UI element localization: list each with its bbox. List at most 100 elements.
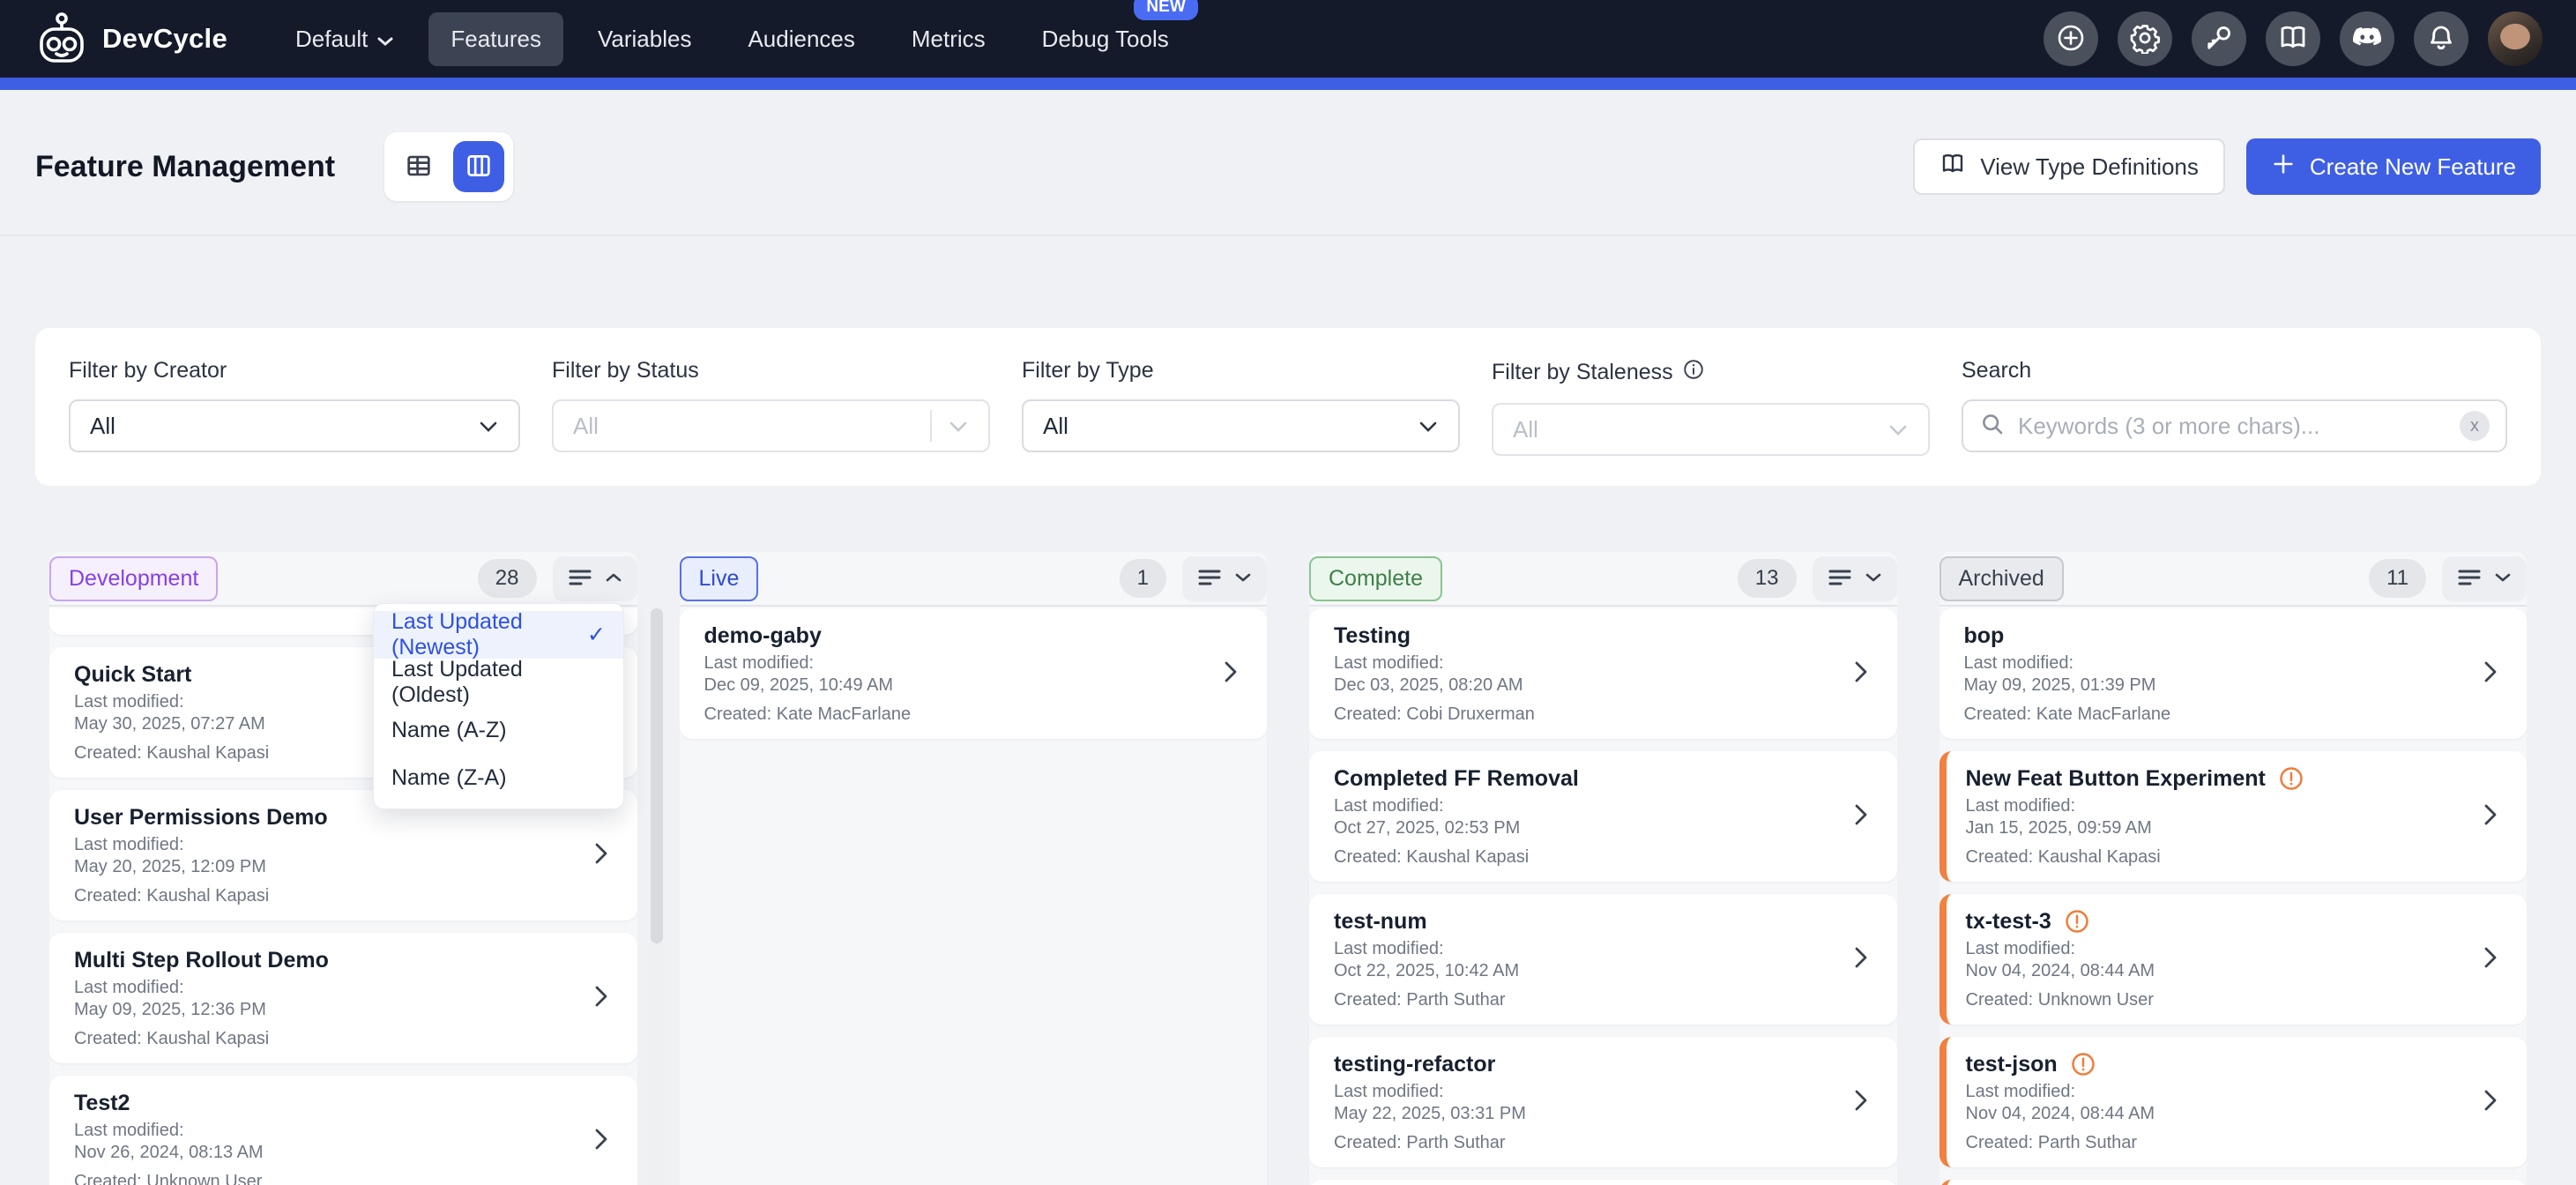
filter-search: Search x (1962, 358, 2507, 456)
last-modified-label: Last modified: (704, 652, 1206, 674)
column-sort-button[interactable] (1182, 556, 1267, 601)
last-modified-label: Last modified: (1334, 938, 1835, 960)
accent-bar (0, 78, 2576, 90)
nav-item-variables[interactable]: Variables (576, 12, 713, 66)
nav-item-audiences[interactable]: Audiences (726, 12, 876, 66)
feature-card[interactable]: rachel-test (1939, 1180, 2528, 1185)
select-divider (930, 410, 932, 442)
column-status-badge: Complete (1309, 556, 1442, 601)
column-header: Complete 13 (1309, 552, 1897, 607)
feature-card[interactable]: Multi Step Rollout Demo Last modified: M… (49, 933, 637, 1063)
last-modified-label: Last modified: (1964, 652, 2466, 674)
feature-card[interactable]: demo-gaby Last modified: Dec 09, 2025, 1… (680, 608, 1268, 739)
feature-name: New Feat Button Experiment (1966, 765, 2466, 792)
chevron-right-icon (590, 983, 613, 1014)
kanban-view-button[interactable] (453, 141, 504, 192)
discord-button[interactable] (2340, 11, 2394, 66)
nav-item-features[interactable]: Features (428, 12, 563, 66)
nav-item-debug-tools[interactable]: Debug Tools NEW (1020, 12, 1191, 66)
feature-card[interactable]: Testing Last modified: Dec 03, 2025, 08:… (1309, 608, 1897, 739)
last-modified-label: Last modified: (1334, 1081, 1835, 1103)
table-view-button[interactable] (393, 141, 444, 192)
feature-card-body: test-num Last modified: Oct 22, 2025, 10… (1334, 908, 1835, 1011)
view-type-definitions-button[interactable]: View Type Definitions (1913, 138, 2225, 195)
column-status-badge: Development (49, 556, 218, 601)
sort-option[interactable]: Last Updated (Oldest) (374, 659, 623, 706)
column-count-badge: 28 (478, 559, 537, 598)
nav-item-metrics[interactable]: Metrics (890, 12, 1008, 66)
column-sort-button[interactable] (2442, 556, 2527, 601)
column-sort-button[interactable] (1813, 556, 1897, 601)
feature-card[interactable]: tx-test-3 Last modified: Nov 04, 2024, 0… (1939, 894, 2528, 1025)
sort-lines-icon (1196, 567, 1223, 591)
devcycle-logo[interactable]: DevCycle (34, 11, 227, 67)
stale-warning-icon (2070, 1051, 2096, 1077)
feature-card[interactable]: bop Last modified: May 09, 2025, 01:39 P… (1939, 608, 2528, 739)
bell-icon (2425, 22, 2457, 56)
feature-card[interactable]: test-json Last modified: Nov 04, 2024, 0… (1939, 1037, 2528, 1167)
filter-staleness: Filter by Staleness All (1492, 358, 1930, 456)
last-modified-date: Oct 22, 2025, 10:42 AM (1334, 960, 1835, 982)
filter-type-select[interactable]: All (1022, 399, 1460, 452)
feature-card-body: New Feat Button Experiment Last modified… (1966, 765, 2466, 868)
feature-card[interactable]: demo-paul (1309, 1180, 1897, 1185)
filter-staleness-select[interactable]: All (1492, 403, 1930, 456)
chevron-right-icon (1850, 659, 1872, 689)
project-switcher[interactable]: Default (273, 11, 416, 67)
last-modified-label: Last modified: (1966, 795, 2466, 817)
sort-option[interactable]: Last Updated (Newest)✓ (374, 611, 623, 659)
sort-option[interactable]: Name (Z-A) (374, 754, 623, 801)
created-by: Created: Unknown User (1966, 989, 2466, 1011)
filter-creator-select[interactable]: All (69, 399, 520, 452)
feature-card[interactable]: Completed FF Removal Last modified: Oct … (1309, 751, 1897, 882)
user-avatar[interactable] (2488, 11, 2542, 66)
search-icon (1979, 411, 2006, 442)
search-clear-button[interactable]: x (2460, 411, 2490, 441)
column-cards: bop Last modified: May 09, 2025, 01:39 P… (1939, 608, 2528, 1185)
feature-card[interactable]: Test2 Last modified: Nov 26, 2024, 08:13… (49, 1076, 637, 1185)
column-scrollbar[interactable] (650, 608, 664, 1185)
feature-card[interactable]: testing-refactor Last modified: May 22, … (1309, 1037, 1897, 1167)
search-box: x (1962, 399, 2507, 452)
info-icon[interactable] (1682, 358, 1705, 387)
kanban-column-live: Live 1 demo-gaby Last modified: D (680, 552, 1268, 1185)
header-divider (0, 235, 2576, 236)
last-modified-date: Nov 04, 2024, 08:44 AM (1966, 1103, 2466, 1125)
api-keys-button[interactable] (2192, 11, 2246, 66)
sort-option[interactable]: Name (A-Z) (374, 706, 623, 754)
quick-add-button[interactable] (2044, 11, 2098, 66)
kanban-view-icon (464, 151, 494, 183)
sort-lines-icon (1827, 567, 1853, 591)
feature-card[interactable]: New Feat Button Experiment Last modified… (1939, 751, 2528, 882)
docs-button[interactable] (2266, 11, 2320, 66)
created-by: Created: Parth Suthar (1334, 989, 1835, 1011)
chevron-right-icon (1850, 1087, 1872, 1118)
chevron-down-icon (1887, 416, 1909, 443)
page-title: Feature Management (35, 150, 335, 184)
feature-card[interactable]: test-num Last modified: Oct 22, 2025, 10… (1309, 894, 1897, 1025)
filter-bar: Filter by Creator All Filter by Status A… (35, 328, 2541, 486)
last-modified-label: Last modified: (1966, 938, 2466, 960)
feature-card-body: Test2 Last modified: Nov 26, 2024, 08:13… (74, 1090, 576, 1185)
column-header: Live 1 (680, 552, 1268, 607)
create-new-feature-button[interactable]: Create New Feature (2246, 138, 2541, 195)
filter-status-select[interactable]: All (552, 399, 990, 452)
column-header: Development 28 (49, 552, 637, 607)
view-mode-toggle (384, 132, 513, 201)
last-modified-label: Last modified: (74, 834, 576, 856)
created-by: Created: Kaushal Kapasi (1966, 846, 2466, 868)
stale-warning-icon (2064, 908, 2090, 935)
feature-name: testing-refactor (1334, 1051, 1835, 1077)
feature-name: Testing (1334, 622, 1835, 649)
created-by: Created: Cobi Druxerman (1334, 704, 1835, 726)
settings-button[interactable] (2118, 11, 2172, 66)
search-input[interactable] (2018, 413, 2447, 440)
chevron-down-icon (948, 413, 969, 440)
last-modified-date: May 20, 2025, 12:09 PM (74, 856, 576, 878)
sort-dropdown-menu: Last Updated (Newest)✓Last Updated (Olde… (373, 603, 624, 809)
column-sort-button[interactable] (553, 556, 637, 601)
notifications-button[interactable] (2414, 11, 2468, 66)
feature-card[interactable]: User Permissions Demo Last modified: May… (49, 790, 637, 920)
feature-name: test-json (1966, 1051, 2466, 1077)
discord-icon (2350, 21, 2384, 57)
